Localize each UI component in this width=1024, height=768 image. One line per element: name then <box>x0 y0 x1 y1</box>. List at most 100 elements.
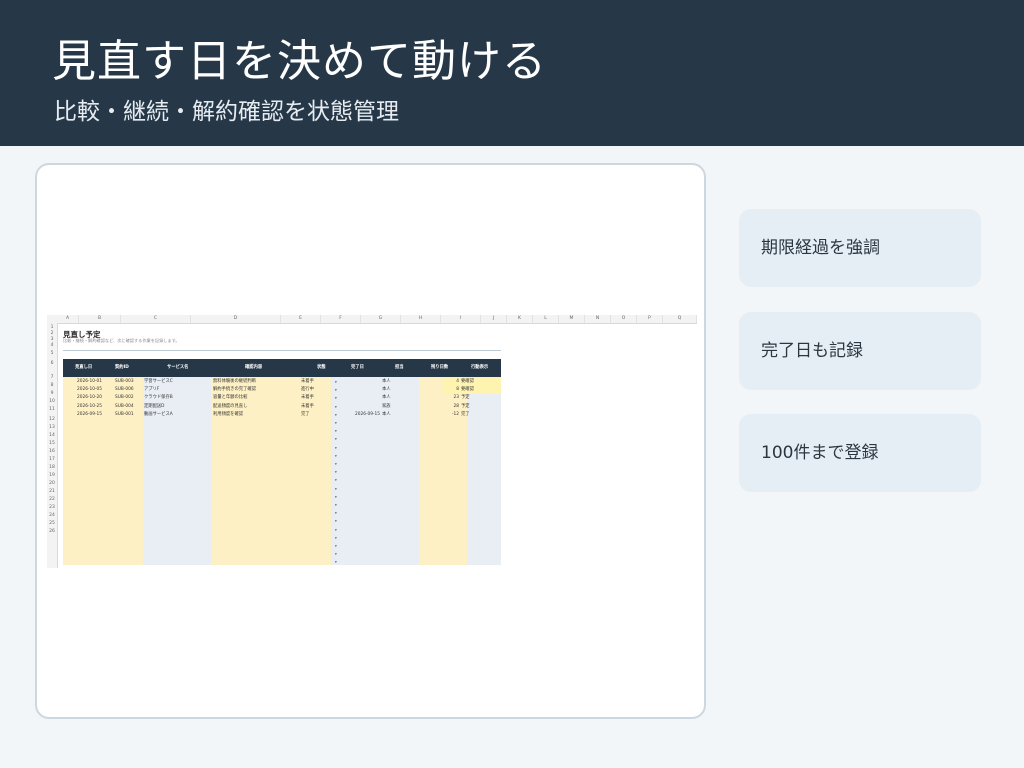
cell-content: 解約手続きの完了確認 <box>213 387 256 393</box>
dropdown-marker: ▾ <box>335 503 337 507</box>
cell-service: 学習サービスC <box>144 379 173 384</box>
row-number: 13 <box>49 425 55 430</box>
cell-status: 進行中 <box>301 387 314 393</box>
row-number: 4 <box>50 343 54 348</box>
column-letter: I <box>441 315 481 323</box>
column-letter: C <box>121 315 191 323</box>
cell-date: 2026-10-05 <box>77 387 102 393</box>
row-number: 8 <box>50 383 54 388</box>
dropdown-marker: ▾ <box>335 462 337 466</box>
cell-days: 4 <box>456 379 459 384</box>
feature-label: 期限経過を強調 <box>761 238 880 258</box>
dropdown-marker: ▾ <box>335 511 337 516</box>
row-number: 20 <box>49 481 55 486</box>
row-number: 22 <box>49 497 55 502</box>
row-number: 17 <box>49 457 55 462</box>
sheet-description: 比較・継続・解約確認など、次に確認する作業を記録します。 <box>63 338 180 343</box>
dropdown-marker: ▾ <box>335 527 337 532</box>
column-header: 行動表示 <box>471 365 489 370</box>
column-header: 完了日 <box>351 365 364 370</box>
cell-action: 完了 <box>461 411 470 417</box>
dropdown-marker: ▾ <box>335 494 337 499</box>
feature-label: 完了日も記録 <box>761 341 863 361</box>
column-letter: N <box>585 315 611 323</box>
cell-done-date: 2026-09-15 <box>355 411 380 417</box>
column-header: サービス名 <box>167 365 189 370</box>
column-letter: L <box>533 315 559 323</box>
dropdown-marker: ▾ <box>335 486 337 491</box>
cell-date: 2026-10-25 <box>77 403 102 409</box>
row-number: 14 <box>49 433 55 438</box>
dropdown-marker: ▾ <box>335 544 337 548</box>
column-header: 担当 <box>395 365 404 370</box>
row-number: 6 <box>50 361 54 366</box>
row-number: 25 <box>49 521 55 526</box>
cell-contract-id: SUB-001 <box>115 411 134 417</box>
cell-owner: 本人 <box>382 379 391 384</box>
row-number: 12 <box>49 417 55 422</box>
column-header: 確認内容 <box>245 365 263 370</box>
column-header: 契約ID <box>115 365 129 370</box>
cell-status: 未着手 <box>301 379 314 384</box>
dropdown-marker: ▾ <box>335 404 337 409</box>
column-letter: M <box>559 315 585 323</box>
cell-action: 予定 <box>461 403 470 409</box>
cell-service: クラウド保存B <box>144 395 173 401</box>
dropdown-marker: ▾ <box>335 470 337 475</box>
column-letter: Q <box>663 315 697 323</box>
cell-contract-id: SUB-003 <box>115 379 134 384</box>
header-banner: 見直す日を決めて動ける 比較・継続・解約確認を状態管理 <box>0 0 1024 146</box>
cell-contract-id: SUB-006 <box>115 387 134 393</box>
cell-owner: 本人 <box>382 387 391 393</box>
cell-action: 要確認 <box>461 379 474 384</box>
dropdown-marker: ▾ <box>335 552 337 557</box>
dropdown-marker: ▾ <box>335 453 337 458</box>
cell-date: 2026-09-15 <box>77 411 102 417</box>
row-number: 11 <box>49 407 55 412</box>
row-number: 21 <box>49 489 55 494</box>
column-letter: G <box>361 315 401 323</box>
row-number: 9 <box>50 391 54 396</box>
cell-action: 予定 <box>461 395 470 401</box>
row-number: 15 <box>49 441 55 446</box>
row-number: 19 <box>49 473 55 478</box>
column-letter: F <box>321 315 361 323</box>
cell-owner: 本人 <box>382 411 391 417</box>
dropdown-marker: ▾ <box>335 421 337 425</box>
dropdown-marker: ▾ <box>335 535 337 540</box>
row-number: 5 <box>50 351 54 356</box>
page-subtitle: 比較・継続・解約確認を状態管理 <box>54 99 399 125</box>
column-letter: H <box>401 315 441 323</box>
row-number: 16 <box>49 449 55 454</box>
column-letter: K <box>507 315 533 323</box>
cell-content: 配送頻度の見直し <box>213 403 248 409</box>
cell-status: 完了 <box>301 411 310 417</box>
column-header: 残り日数 <box>431 365 449 370</box>
column-fill <box>419 377 467 565</box>
cell-status: 未着手 <box>301 403 314 409</box>
dropdown-marker: ▾ <box>335 478 337 483</box>
cell-service: 動画サービスA <box>144 411 173 417</box>
cell-owner: 本人 <box>382 395 391 401</box>
column-header-bar: ABCDEFGHIJKLMNOPQ <box>47 315 697 324</box>
page-title: 見直す日を決めて動ける <box>52 36 547 87</box>
cell-contract-id: SUB-002 <box>115 395 134 401</box>
dropdown-marker: ▾ <box>335 396 337 401</box>
column-header: 状態 <box>317 365 326 370</box>
sheet-divider <box>63 350 501 351</box>
column-letter: J <box>481 315 507 323</box>
cell-service: アプリF <box>144 387 160 393</box>
cell-days: 23 <box>453 395 459 401</box>
cell-days: 28 <box>453 403 459 409</box>
dropdown-marker: ▾ <box>335 437 337 442</box>
row-number: 10 <box>49 399 55 404</box>
cell-status: 未着手 <box>301 395 314 401</box>
row-number: 7 <box>50 375 54 380</box>
column-fill <box>331 377 419 565</box>
cell-action: 要確認 <box>461 387 474 393</box>
feature-label: 100件まで登録 <box>761 443 879 463</box>
dropdown-marker: ▾ <box>335 429 337 434</box>
cell-days: 8 <box>456 387 459 393</box>
dropdown-marker: ▾ <box>335 445 337 450</box>
row-number-bar: 1 2 3 4 5 6 7 8 9 10 11 12 13 14 15 16 17 18 19 20 21 22 23 24 2… <box>47 323 58 568</box>
